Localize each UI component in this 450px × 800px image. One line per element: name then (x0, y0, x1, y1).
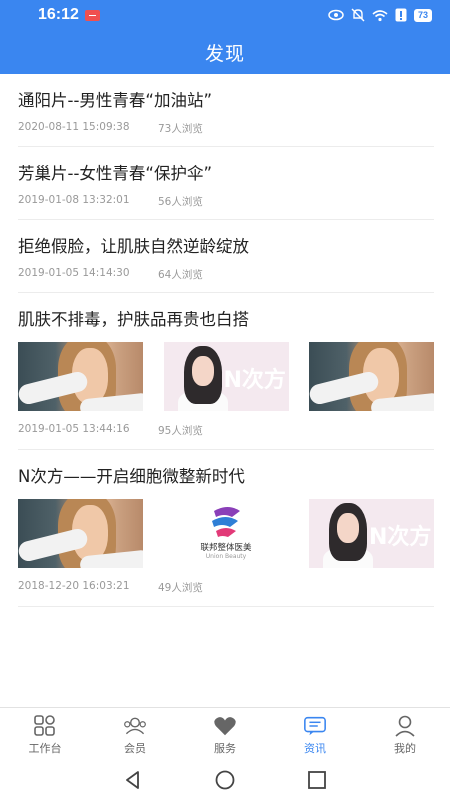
thumbnail-row: N次方 (18, 342, 434, 411)
article-title: 通阳片--男性青春“加油站” (18, 91, 213, 110)
tab-members[interactable]: 会员 (90, 708, 180, 760)
list-item[interactable]: 芳巢片--女性青春“保护伞” 2019-01-08 13:32:01 56人浏览 (18, 147, 434, 220)
dashboard-icon (34, 715, 55, 736)
article-date: 2020-08-11 15:09:38 (18, 121, 130, 133)
battery-icon: 73 (413, 8, 432, 22)
article-meta: 2018-12-20 16:03:21 49人浏览 (18, 580, 434, 596)
article-title: N次方——开启细胞微整新时代 (18, 467, 245, 486)
list-item[interactable]: 拒绝假脸，让肌肤自然逆龄绽放 2019-01-05 14:14:30 64人浏览 (18, 220, 434, 293)
status-bar: 16:12 73 (0, 0, 450, 30)
wifi-icon (372, 9, 388, 22)
article-date: 2019-01-05 14:14:30 (18, 267, 130, 279)
system-nav-bar (0, 760, 450, 800)
brand-model-image: N次方 (309, 499, 434, 568)
profile-icon (395, 715, 415, 737)
status-time: 16:12 (38, 6, 79, 23)
lianbang-cn-text: 联邦整体医美 (200, 543, 252, 553)
news-list: 通阳片--男性青春“加油站” 2020-08-11 15:09:38 73人浏览… (0, 74, 450, 607)
article-views: 64人浏览 (158, 269, 203, 281)
article-title: 肌肤不排毒，护肤品再贵也白搭 (18, 310, 249, 329)
lianbang-logo-icon (211, 507, 240, 537)
heart-icon (214, 717, 236, 736)
list-item[interactable]: 通阳片--男性青春“加油站” 2020-08-11 15:09:38 73人浏览 (18, 74, 434, 147)
lianbang-logo-image: 联邦整体医美 Union Beauty (163, 499, 289, 568)
article-views: 49人浏览 (158, 582, 203, 594)
tab-label: 资讯 (304, 742, 326, 755)
tab-label: 服务 (214, 742, 236, 755)
article-views: 56人浏览 (158, 196, 203, 208)
tab-label: 工作台 (28, 742, 62, 755)
list-item[interactable]: N次方——开启细胞微整新时代 联邦整体医美 Union Beauty N次方 2… (18, 450, 434, 607)
thumbnail-row: 联邦整体医美 Union Beauty N次方 (18, 499, 434, 568)
tab-workbench[interactable]: 工作台 (0, 708, 90, 760)
brand-logo-text: N次方 (223, 368, 286, 393)
article-meta: 2019-01-08 13:32:01 56人浏览 (18, 194, 434, 210)
article-title: 芳巢片--女性青春“保护伞” (18, 164, 213, 183)
article-views: 95人浏览 (158, 425, 203, 437)
article-title: 拒绝假脸，让肌肤自然逆龄绽放 (18, 237, 249, 256)
article-date: 2019-01-08 13:32:01 (18, 194, 130, 206)
top-bar: 16:12 73 发现 (0, 0, 450, 74)
page-title: 发现 (204, 42, 245, 65)
news-icon (304, 716, 326, 736)
article-meta: 2019-01-05 13:44:16 95人浏览 (18, 423, 434, 439)
tab-label: 我的 (394, 742, 416, 755)
brand-model-image: N次方 (163, 342, 289, 411)
back-icon[interactable] (122, 769, 144, 791)
lianbang-en-text: Union Beauty (205, 553, 247, 560)
article-views: 73人浏览 (158, 123, 203, 135)
brand-logo-text: N次方 (369, 525, 432, 550)
home-icon[interactable] (214, 769, 236, 791)
article-date: 2019-01-05 13:44:16 (18, 423, 130, 435)
recents-icon[interactable] (306, 769, 328, 791)
members-icon (124, 717, 146, 735)
face-treatment-image (18, 499, 143, 568)
tab-profile[interactable]: 我的 (360, 708, 450, 760)
tab-service[interactable]: 服务 (180, 708, 270, 760)
bottom-tab-bar: 工作台 会员 服务 资讯 我的 (0, 707, 450, 760)
face-treatment-image (309, 342, 434, 411)
tab-news[interactable]: 资讯 (270, 708, 360, 760)
mute-icon (351, 8, 365, 22)
screen-record-icon (84, 9, 100, 21)
tab-label: 会员 (124, 742, 146, 755)
list-item[interactable]: 肌肤不排毒，护肤品再贵也白搭 N次方 2019-01-05 13:44:16 9… (18, 293, 434, 450)
eye-icon (328, 9, 344, 21)
alert-icon (395, 8, 407, 22)
face-treatment-image (18, 342, 143, 411)
article-meta: 2020-08-11 15:09:38 73人浏览 (18, 121, 434, 137)
article-date: 2018-12-20 16:03:21 (18, 580, 130, 592)
article-meta: 2019-01-05 14:14:30 64人浏览 (18, 267, 434, 283)
status-icons: 73 (328, 8, 432, 22)
